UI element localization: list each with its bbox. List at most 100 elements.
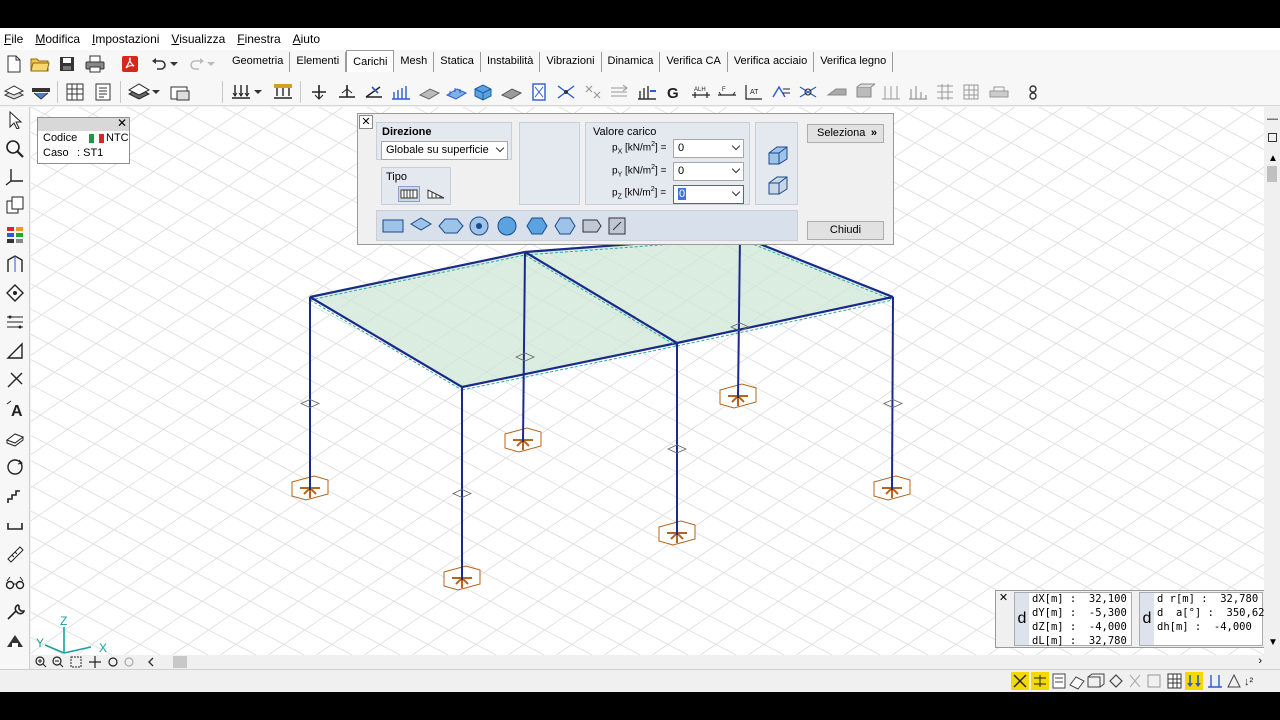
undo-icon[interactable] (148, 53, 170, 75)
home-view-icon[interactable] (3, 629, 27, 653)
tab-geometria[interactable]: Geometria (226, 52, 291, 72)
table-status-icon[interactable] (1167, 673, 1182, 689)
direzione-select[interactable]: Globale su superficie (381, 141, 508, 160)
layers-status-icon[interactable] (1052, 673, 1066, 689)
wire-status-icon[interactable] (1087, 673, 1105, 688)
linear-load-icon[interactable] (426, 186, 448, 202)
tab-statica[interactable]: Statica (434, 52, 481, 72)
snap-x-icon[interactable] (1011, 672, 1029, 690)
node-status-icon[interactable] (1109, 674, 1123, 688)
dialog-close-icon[interactable]: ✕ (359, 115, 373, 129)
tool-7-icon[interactable] (472, 81, 494, 103)
frame-tool-icon[interactable] (3, 252, 27, 276)
tab-verifica-ca[interactable]: Verifica CA (660, 52, 728, 72)
slab-tool-icon[interactable] (3, 426, 27, 450)
restore-icon[interactable] (1268, 133, 1277, 142)
mesh-status-icon[interactable] (1129, 674, 1141, 688)
nodal-load-icon[interactable] (230, 81, 252, 103)
g-icon[interactable]: G (662, 81, 684, 103)
pan-icon[interactable] (89, 656, 101, 668)
dimension-tool-icon[interactable] (3, 339, 27, 363)
tool-11-icon[interactable] (582, 81, 604, 103)
print-icon[interactable] (84, 53, 106, 75)
vertical-scroll-thumb[interactable] (1267, 166, 1277, 182)
color-grid-icon[interactable] (3, 223, 27, 247)
zoom-out-icon[interactable] (52, 656, 64, 668)
glasses-tool-icon[interactable] (3, 571, 27, 595)
vertical-scrollbar[interactable]: — ▲ ▼ (1264, 107, 1280, 655)
select-pointer-icon[interactable] (3, 108, 27, 132)
snap-grid-icon[interactable] (1031, 672, 1049, 690)
scroll-left-icon[interactable] (148, 657, 154, 667)
tool-5-icon[interactable] (418, 81, 440, 103)
view-layers-dropdown-icon[interactable] (150, 81, 162, 103)
scroll-up-icon[interactable]: ▲ (1268, 153, 1278, 164)
tool-9-icon[interactable] (528, 81, 550, 103)
report-icon[interactable] (92, 81, 114, 103)
camera-icon[interactable] (169, 81, 191, 103)
menu-modifica[interactable]: Modifica (35, 32, 86, 46)
settings-node-icon[interactable] (1022, 81, 1044, 103)
view-layers-icon[interactable] (128, 81, 150, 103)
rotate-tool-icon[interactable] (3, 455, 27, 479)
menu-file[interactable]: File (4, 32, 29, 46)
save-icon[interactable] (56, 53, 78, 75)
units-status-icon[interactable]: ↓² (1244, 676, 1254, 688)
measure-close-icon[interactable]: ✕ (997, 592, 1010, 605)
new-file-icon[interactable] (3, 53, 25, 75)
uniform-load-icon[interactable] (398, 186, 420, 202)
wrench-tool-icon[interactable] (3, 600, 27, 624)
grid-nodes-icon[interactable] (3, 310, 27, 334)
box-status-icon[interactable] (1147, 674, 1161, 688)
pdf-icon[interactable] (119, 53, 141, 75)
stair-tool-icon[interactable] (3, 484, 27, 508)
node-tool-icon[interactable] (3, 281, 27, 305)
axes-tool-icon[interactable] (3, 165, 27, 189)
rotate-view-icon[interactable] (108, 657, 118, 667)
table-icon[interactable] (64, 81, 86, 103)
zoom-extents-icon[interactable] (70, 656, 82, 668)
menu-finestra[interactable]: Finestra (237, 32, 286, 46)
tab-dinamica[interactable]: Dinamica (601, 52, 661, 72)
measure-icon[interactable] (30, 81, 52, 103)
tool-6-icon[interactable] (445, 81, 467, 103)
tool-8-icon[interactable] (500, 81, 522, 103)
minimize-icon[interactable]: — (1267, 113, 1278, 125)
layers-icon[interactable] (3, 81, 25, 103)
intersect-tool-icon[interactable] (3, 368, 27, 392)
view-status-icon[interactable] (1069, 676, 1085, 690)
tool-14-icon[interactable]: ALH (690, 81, 712, 103)
pz-input[interactable]: 0 (673, 185, 744, 204)
tab-carichi[interactable]: Carichi (346, 50, 395, 72)
text-tool-icon[interactable]: A (3, 397, 27, 421)
horizontal-scroll-thumb[interactable] (173, 656, 187, 668)
nodal-load-dropdown-icon[interactable] (252, 81, 264, 103)
menu-aiuto[interactable]: Aiuto (293, 32, 326, 46)
tool-12-icon[interactable] (608, 81, 630, 103)
close-icon[interactable]: ✕ (117, 116, 127, 130)
tool-2-icon[interactable] (336, 81, 358, 103)
support-status-icon[interactable] (1208, 675, 1222, 688)
chiudi-button[interactable]: Chiudi (807, 221, 884, 240)
zoom-in-icon[interactable] (35, 656, 47, 668)
seleziona-button[interactable]: Seleziona » (807, 124, 884, 143)
tool-18-icon[interactable] (797, 81, 819, 103)
tool-13-icon[interactable] (636, 81, 658, 103)
undo-dropdown-icon[interactable] (168, 53, 180, 75)
tool-16-icon[interactable]: AT (743, 81, 765, 103)
apply-load-icon[interactable] (767, 145, 789, 165)
tool-10-icon[interactable] (555, 81, 577, 103)
tab-elementi[interactable]: Elementi (290, 52, 347, 72)
menu-visualizza[interactable]: Visualizza (171, 32, 231, 46)
py-input[interactable]: 0 (673, 162, 744, 181)
load-arrows-icon[interactable] (1185, 672, 1203, 690)
tool-4-icon[interactable] (390, 81, 412, 103)
scale-status-icon[interactable] (1227, 673, 1241, 688)
tab-mesh[interactable]: Mesh (394, 52, 435, 72)
distributed-load-icon[interactable] (272, 81, 294, 103)
scroll-down-icon[interactable]: ▼ (1268, 637, 1278, 648)
tool-17-icon[interactable] (770, 81, 792, 103)
tab-verifica-legno[interactable]: Verifica legno (814, 52, 894, 72)
menu-impostazioni[interactable]: Impostazioni (92, 32, 165, 46)
open-folder-icon[interactable] (29, 53, 51, 75)
